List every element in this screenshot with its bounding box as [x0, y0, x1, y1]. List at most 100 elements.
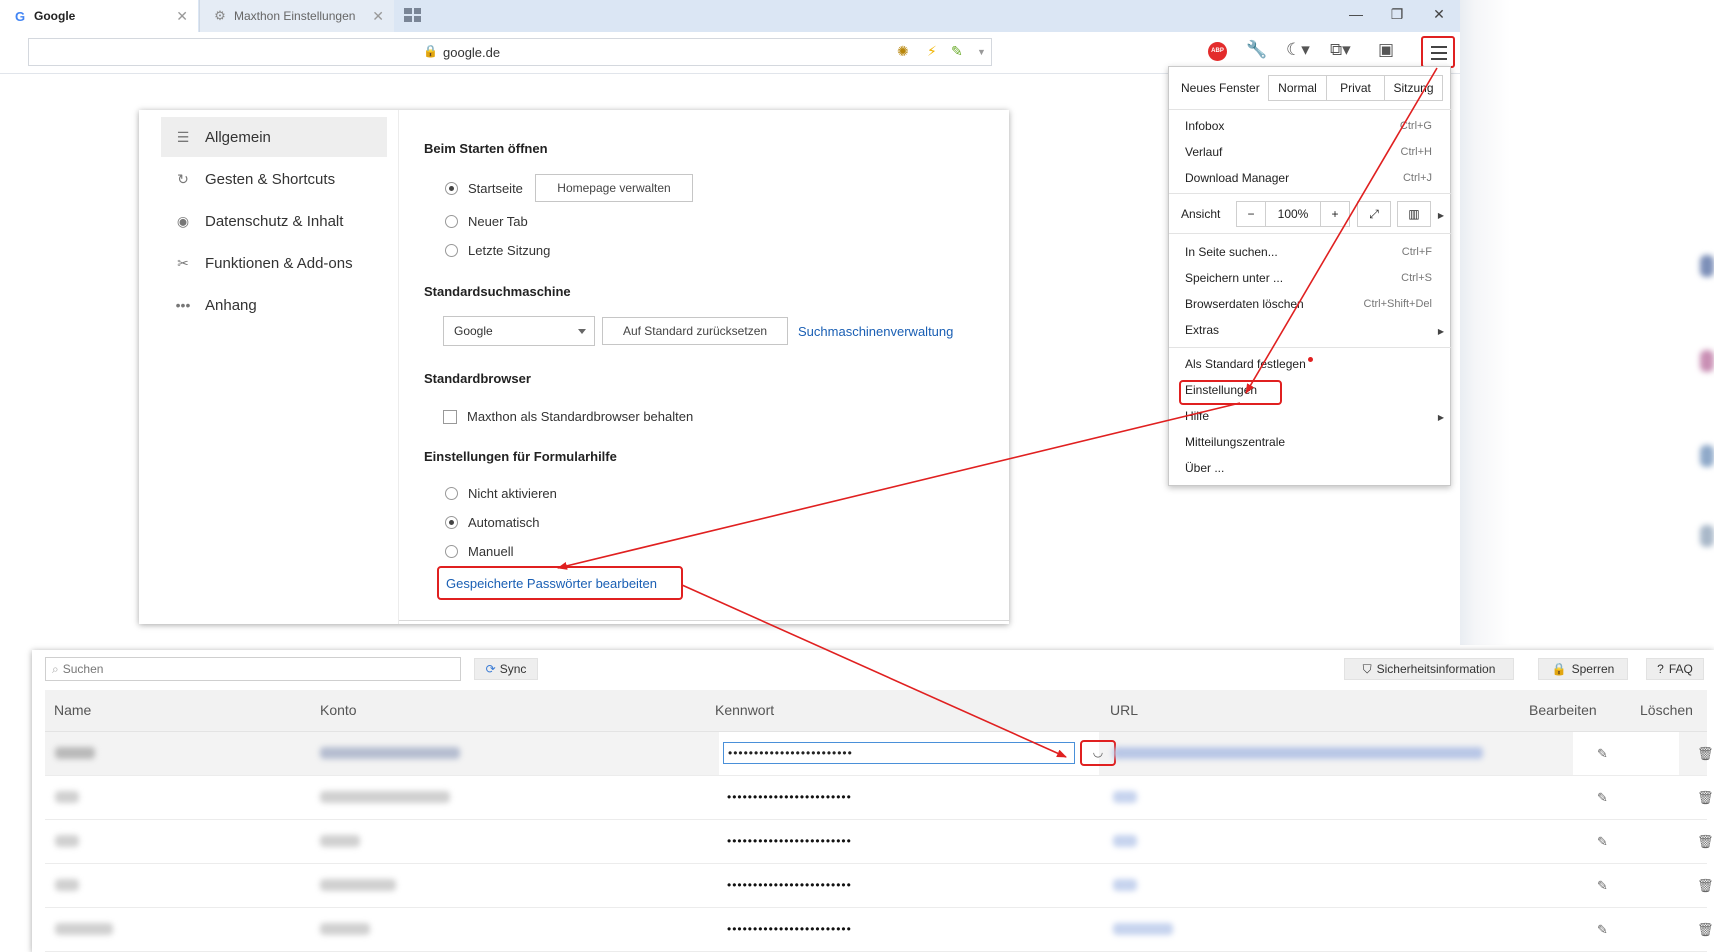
column-header-name[interactable]: Name: [54, 702, 91, 718]
default-browser-checkbox-row[interactable]: Maxthon als Standardbrowser behalten: [443, 409, 693, 424]
search-engine-manage-link[interactable]: Suchmaschinenverwaltung: [798, 324, 953, 339]
toolbox-icon[interactable]: ▣: [1378, 40, 1394, 60]
menu-item-einstellungen[interactable]: Einstellungen: [1185, 383, 1257, 397]
menu-item-hilfe[interactable]: Hilfe: [1185, 409, 1209, 423]
minimize-icon[interactable]: —: [1342, 6, 1370, 22]
edit-cell: [1573, 732, 1679, 776]
zoom-out-button[interactable]: −: [1236, 201, 1266, 227]
sidebar-item-funktionen[interactable]: ✂ Funktionen & Add-ons: [161, 243, 387, 283]
menu-item-verlauf[interactable]: Verlauf: [1185, 145, 1222, 159]
reset-default-button[interactable]: Auf Standard zurücksetzen: [602, 317, 788, 345]
window-mode-privat[interactable]: Privat: [1327, 76, 1385, 100]
menu-item-save-as[interactable]: Speichern unter ...: [1185, 271, 1283, 285]
column-header-url[interactable]: URL: [1110, 702, 1138, 718]
window-mode-sitzung[interactable]: Sitzung: [1385, 76, 1442, 100]
homepage-manage-button[interactable]: Homepage verwalten: [535, 174, 693, 202]
close-icon[interactable]: ✕: [372, 8, 384, 25]
security-info-button[interactable]: ⛉ Sicherheitsinformation: [1344, 658, 1514, 680]
edit-icon[interactable]: ✎: [1597, 834, 1608, 850]
table-row[interactable]: •••••••••••••••••••••••• ✎ 🗑: [45, 820, 1714, 864]
radio-button[interactable]: [445, 516, 458, 529]
sidebar-item-anhang[interactable]: ••• Anhang: [161, 285, 387, 325]
radio-neuer-tab[interactable]: Neuer Tab: [445, 214, 528, 229]
trash-icon[interactable]: 🗑: [1697, 878, 1714, 894]
tab-google[interactable]: G Google ✕: [0, 0, 198, 32]
edit-cell: [1573, 908, 1679, 952]
show-password-icon[interactable]: ◡: [1080, 740, 1116, 766]
fullscreen-icon[interactable]: ⤢: [1357, 201, 1391, 227]
menu-item-find-in-page[interactable]: In Seite suchen...: [1185, 245, 1278, 259]
menu-item-download-manager[interactable]: Download Manager: [1185, 171, 1289, 185]
menu-item-set-default[interactable]: Als Standard festlegen: [1185, 357, 1313, 371]
menu-item-clear-data[interactable]: Browserdaten löschen: [1185, 297, 1304, 311]
menu-item-notifications[interactable]: Mitteilungszentrale: [1185, 435, 1285, 449]
window-mode-normal[interactable]: Normal: [1269, 76, 1327, 100]
table-row[interactable]: •••••••••••••••••••••••• ✎ 🗑: [45, 864, 1714, 908]
edit-icon[interactable]: ✎: [1597, 790, 1608, 806]
adblock-icon[interactable]: ABP: [1208, 42, 1227, 61]
url-field[interactable]: 🔒 google.de ✺ ⚡ ✎ ▼: [28, 38, 992, 66]
edit-icon[interactable]: ✎: [1597, 878, 1608, 894]
column-header-kennwort[interactable]: Kennwort: [715, 702, 774, 718]
lock-icon: 🔒: [1551, 662, 1567, 676]
edit-cell: [1573, 820, 1679, 864]
edit-icon[interactable]: ✎: [1597, 922, 1608, 938]
zoom-in-button[interactable]: +: [1320, 201, 1350, 227]
table-row[interactable]: •••••••••••••••••••••••• ◡ ✎ 🗑: [45, 732, 1714, 776]
edit-cell: [1573, 776, 1679, 820]
zoom-level: 100%: [1265, 201, 1321, 227]
blurred-url: [1113, 791, 1137, 803]
wrench-icon[interactable]: 🔧: [1246, 40, 1267, 60]
password-field[interactable]: ••••••••••••••••••••••••: [723, 742, 1075, 764]
trash-icon[interactable]: 🗑: [1697, 746, 1714, 762]
radio-nicht-aktivieren[interactable]: Nicht aktivieren: [445, 486, 557, 501]
saved-passwords-link[interactable]: Gespeicherte Passwörter bearbeiten: [437, 566, 683, 600]
sliders-icon: ☰: [176, 128, 190, 145]
trash-icon[interactable]: 🗑: [1697, 922, 1714, 938]
night-mode-icon[interactable]: ☾▾: [1286, 40, 1310, 60]
trash-icon[interactable]: 🗑: [1697, 790, 1714, 806]
main-menu-button[interactable]: [1421, 36, 1455, 68]
close-icon[interactable]: ✕: [176, 8, 188, 25]
radio-button[interactable]: [445, 182, 458, 195]
menu-item-about[interactable]: Über ...: [1185, 461, 1224, 475]
lightning-icon[interactable]: ⚡: [927, 43, 937, 60]
radio-letzte-sitzung[interactable]: Letzte Sitzung: [445, 243, 550, 258]
menu-item-extras[interactable]: Extras: [1185, 323, 1219, 337]
password-text: ••••••••••••••••••••••••: [727, 834, 852, 848]
tab-maxthon-settings[interactable]: ⚙ Maxthon Einstellungen ✕: [199, 0, 394, 32]
radio-button[interactable]: [445, 487, 458, 500]
menu-item-infobox[interactable]: Infobox: [1185, 119, 1224, 133]
radio-button[interactable]: [445, 545, 458, 558]
tab-overview-icon[interactable]: [404, 8, 421, 22]
search-input[interactable]: ⌕ Suchen: [45, 657, 461, 681]
screenshot-icon[interactable]: ⧉▾: [1330, 40, 1351, 60]
edit-icon[interactable]: ✎: [1597, 746, 1608, 762]
radio-button[interactable]: [445, 244, 458, 257]
lock-button[interactable]: 🔒 Sperren: [1538, 658, 1628, 680]
blurred-account: [320, 791, 450, 803]
split-view-icon[interactable]: ▥: [1397, 201, 1431, 227]
restore-icon[interactable]: ❐: [1383, 6, 1411, 23]
radio-button[interactable]: [445, 215, 458, 228]
table-row[interactable]: •••••••••••••••••••••••• ✎ 🗑: [45, 776, 1714, 820]
table-row[interactable]: •••••••••••••••••••••••• ✎ 🗑: [45, 908, 1714, 952]
sidebar-item-datenschutz[interactable]: ◉ Datenschutz & Inhalt: [161, 201, 387, 241]
radio-manuell[interactable]: Manuell: [445, 544, 514, 559]
leaf-extension-icon[interactable]: ✎: [951, 43, 963, 60]
radio-automatisch[interactable]: Automatisch: [445, 515, 540, 530]
sync-button[interactable]: ⟳ Sync: [474, 658, 538, 680]
faq-button[interactable]: ? FAQ: [1646, 658, 1704, 680]
checkbox[interactable]: [443, 409, 457, 424]
chevron-down-icon[interactable]: ▼: [977, 47, 986, 57]
blurred-background: [1700, 445, 1714, 467]
search-engine-select[interactable]: Google: [443, 316, 595, 346]
sidebar-item-gesten[interactable]: ↻ Gesten & Shortcuts: [161, 159, 387, 199]
blurred-background: [1700, 525, 1714, 547]
column-header-konto[interactable]: Konto: [320, 702, 357, 718]
sidebar-item-allgemein[interactable]: ☰ Allgemein: [161, 117, 387, 157]
bee-extension-icon[interactable]: ✺: [897, 43, 909, 60]
trash-icon[interactable]: 🗑: [1697, 834, 1714, 850]
window-close-icon[interactable]: ✕: [1425, 6, 1453, 23]
radio-startseite[interactable]: Startseite: [445, 181, 523, 196]
